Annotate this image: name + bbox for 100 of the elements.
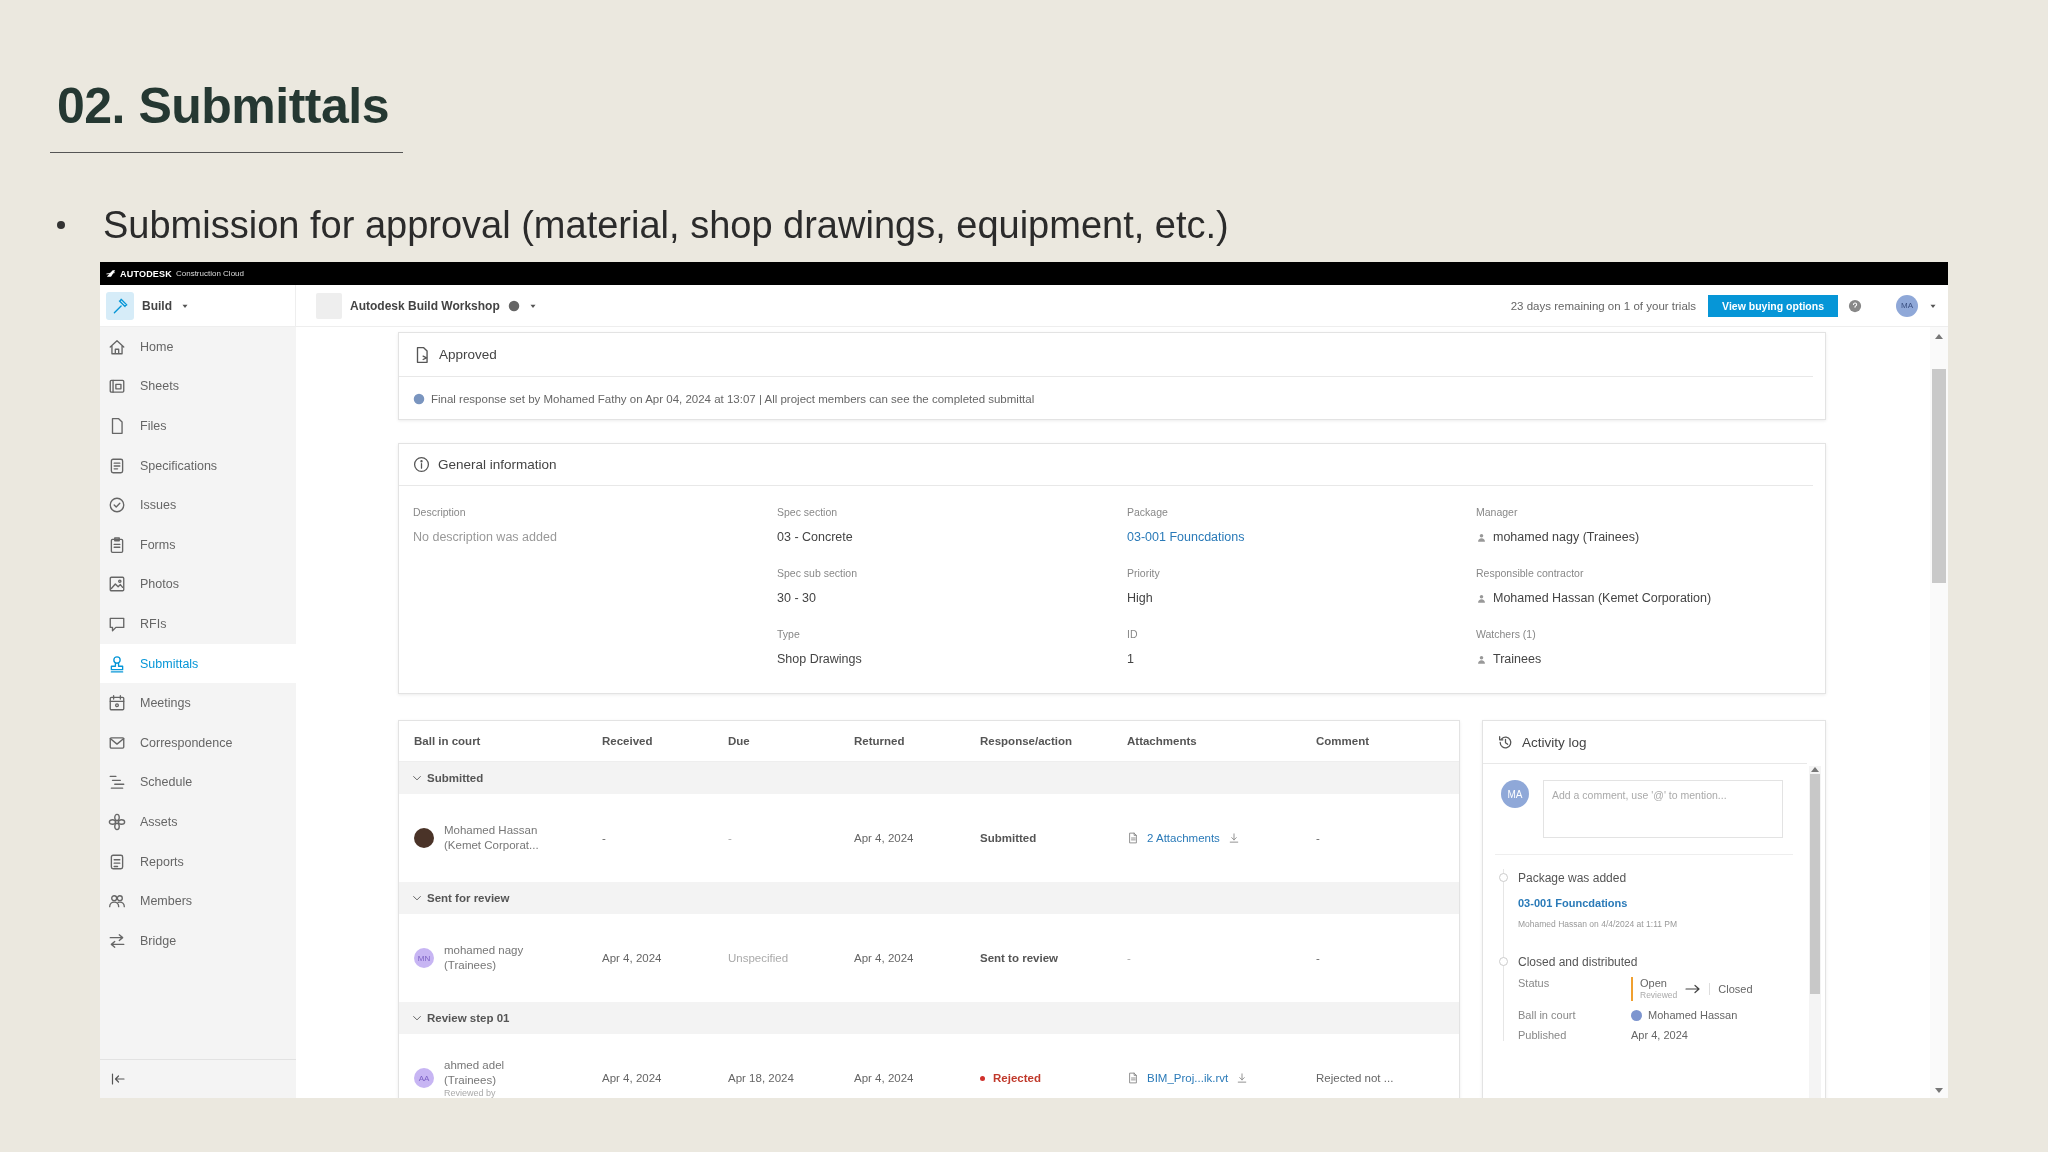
collapse-icon[interactable] [110,1071,126,1087]
field-label: Spec section [777,505,838,520]
team-name: (Trainees) [444,1072,497,1088]
sidebar-item[interactable]: Correspondence [100,722,296,763]
sidebar-item[interactable]: Issues [100,485,296,525]
avatar [1631,1009,1642,1021]
package-link[interactable]: 03-001 Founcdations [1127,528,1245,546]
sidebar-item[interactable]: Members [100,881,296,921]
response-status: Rejected [993,1072,1041,1084]
clipboard-icon [108,535,126,554]
status-dot [980,1075,985,1081]
package-link[interactable]: 03-001 Founcdations [1518,897,1793,909]
logo-icon [106,269,116,278]
table-cell: - [728,832,732,844]
report-icon [108,852,126,871]
sidebar-item[interactable]: Bridge [100,920,296,961]
table-cell: Rejected not ... [1316,1072,1394,1084]
sidebar-item[interactable]: Sheets [100,366,296,407]
swap-arrows-icon [108,931,126,950]
sheet-icon [108,377,126,396]
image-icon [108,575,126,594]
calendar-icon [108,694,126,713]
info-icon [413,456,430,473]
sidebar-item[interactable]: Photos [100,564,296,605]
attachment-link[interactable]: 2 Attachments [1147,832,1220,844]
buy-button[interactable]: View buying options [1708,294,1838,317]
sidebar-item[interactable]: Assets [100,802,296,842]
response-message: Final response set by Mohamed Fathy on Apr 04, 2024 at 13:07 | All project members can see the completed submittal [431,393,1035,405]
field-label: Description [413,505,466,520]
sidebar-item[interactable]: Specifications [100,445,296,486]
download-icon[interactable] [1227,832,1240,844]
person-icon [1476,592,1487,604]
group-toggle[interactable]: Review step 01 [411,1012,510,1024]
field-value: High [1127,590,1153,607]
field-label: Manager [1476,505,1518,520]
card-title: Activity log [1522,734,1587,750]
table-cell: - [1316,832,1320,844]
field-label: Spec sub section [777,566,857,581]
sidebar-item[interactable]: Schedule [100,762,296,803]
detail-label: Status [1518,977,1551,989]
group-name: Trainees [1493,651,1542,668]
scroll-down-icon [1935,1088,1943,1094]
hammer-glyph-icon [111,296,129,315]
bullet-text: Submission for approval (material, shop drawings, equipment, etc.) [103,203,1229,248]
sidebar-item[interactable]: Forms [100,524,296,565]
table-cell: - [602,832,606,844]
group-toggle[interactable]: Submitted [411,772,484,784]
column-header: Received [602,735,653,747]
avatar: MA [1501,780,1529,808]
person-icon [1476,531,1487,543]
comment-field[interactable]: Add a comment, use '@' to mention... [1543,780,1783,838]
user-avatar[interactable]: MA [1896,294,1918,317]
sidebar-item[interactable]: RFIs [100,604,296,644]
table-cell: Submitted [980,832,1037,844]
field-label: Type [777,627,800,642]
field-value: 03 - Concrete [777,529,853,546]
card-title: Approved [439,347,497,362]
attachment-link[interactable]: BIM_Proj...ik.rvt [1147,1072,1229,1084]
bullet-icon [57,221,65,229]
table-cell: Apr 4, 2024 [854,1072,914,1084]
table-cell: Apr 4, 2024 [854,832,914,844]
arrow-icon [1685,983,1702,995]
field-label: ID [1127,627,1138,642]
avatar: MN [414,948,434,968]
fan-icon [108,812,126,831]
sidebar-item[interactable]: Reports [100,841,296,882]
group-icon [1476,653,1487,665]
document-icon [108,456,126,475]
group-toggle[interactable]: Sent for review [411,892,510,904]
column-header: Due [728,735,750,747]
field-label: Priority [1127,566,1160,581]
table-cell: - [1127,952,1131,964]
stamp-icon [108,654,126,673]
activity-title: Package was added [1518,870,1628,887]
sidebar-item[interactable]: Home [100,327,296,367]
column-header: Response/action [980,735,1073,747]
field-label: Package [1127,505,1168,520]
field-label: Responsible contractor [1476,566,1584,581]
download-icon[interactable] [1236,1072,1249,1084]
slide-title: 02. Submittals [50,76,403,153]
status-to: Closed [1709,983,1753,995]
sidebar-item[interactable]: Files [100,406,296,446]
sidebar-item[interactable]: Submittals [100,643,296,684]
trial-notice: 23 days remaining on 1 of your trials [1510,299,1697,312]
info-dot-icon [413,393,425,405]
activity-title: Closed and distributed [1518,954,1639,971]
field-value: 1 [1127,651,1134,668]
sidebar-item[interactable]: Meetings [100,683,296,723]
file-icon [1127,1072,1139,1084]
timeline-marker [1499,873,1508,882]
field-label: Watchers (1) [1476,627,1536,642]
scroll-up-icon [1811,766,1819,772]
table-cell: - [1316,952,1320,964]
help-icon[interactable] [1848,298,1862,313]
house-icon [108,337,126,356]
team-name: (Trainees) [444,958,497,973]
scroll-up-icon [1935,333,1943,339]
project-selector[interactable]: Autodesk Build Workshop [310,291,544,320]
check-circle-icon [108,496,126,515]
field-value: Shop Drawings [777,651,862,668]
